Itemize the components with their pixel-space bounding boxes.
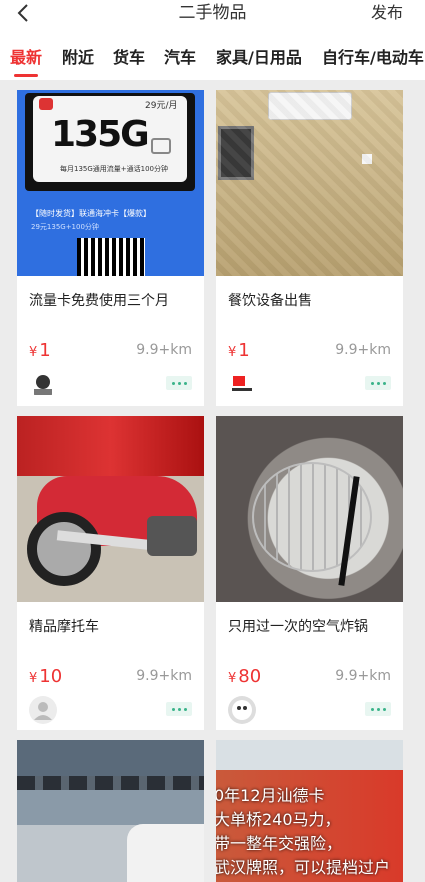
publish-button[interactable]: 发布 (371, 0, 403, 26)
listing-title: 只用过一次的空气炸锅 (228, 619, 368, 635)
more-options-icon[interactable] (166, 376, 192, 390)
listing-image: 0年12月汕德卡 大单桥240马力， 带一整年交强险， 武汉牌照，可以提档过户 (216, 740, 403, 882)
listing-image: 29元/月 135G 每月135G通用流量+通话100分钟 【随时发货】联通海冲… (17, 90, 204, 276)
qr-code (77, 238, 145, 276)
listing-image (216, 416, 403, 602)
tab-bikes[interactable]: 自行车/电动车 (322, 44, 424, 68)
more-options-icon[interactable] (166, 702, 192, 716)
listing-distance: 9.9+km (136, 342, 192, 358)
tab-nearby[interactable]: 附近 (62, 44, 94, 68)
listing-distance: 9.9+km (335, 668, 391, 684)
listing-card[interactable]: 0年12月汕德卡 大单桥240马力， 带一整年交强险， 武汉牌照，可以提档过户 (216, 740, 403, 882)
active-tab-indicator (14, 74, 38, 77)
truck-ad-text: 0年12月汕德卡 大单桥240马力， 带一整年交强险， 武汉牌照，可以提档过户 (216, 786, 391, 877)
page-title: 二手物品 (178, 3, 247, 23)
listing-price: ¥1 (228, 340, 250, 361)
listing-card[interactable] (17, 740, 204, 882)
tab-trucks[interactable]: 货车 (113, 44, 145, 68)
listing-card[interactable]: 精品摩托车 ¥10 9.9+km (17, 416, 204, 730)
category-tabs: 最新 附近 货车 汽车 家具/日用品 自行车/电动车 (0, 30, 425, 80)
listing-price: ¥80 (228, 666, 262, 687)
app-header: 二手物品 发布 (0, 0, 425, 30)
seller-avatar[interactable] (228, 696, 256, 724)
seller-avatar[interactable] (228, 370, 256, 398)
listing-image (216, 90, 403, 276)
seller-avatar[interactable] (29, 696, 57, 724)
listing-card[interactable]: 29元/月 135G 每月135G通用流量+通话100分钟 【随时发货】联通海冲… (17, 90, 204, 406)
listing-card[interactable]: 餐饮设备出售 ¥1 9.9+km (216, 90, 403, 406)
seller-avatar[interactable] (29, 370, 57, 398)
listing-image (17, 416, 204, 602)
listing-distance: 9.9+km (335, 342, 391, 358)
listing-title: 餐饮设备出售 (228, 293, 312, 309)
listing-price: ¥10 (29, 666, 63, 687)
tab-cars[interactable]: 汽车 (164, 44, 196, 68)
listing-image (17, 740, 204, 882)
more-options-icon[interactable] (365, 702, 391, 716)
tab-latest[interactable]: 最新 (10, 44, 42, 68)
listing-title: 精品摩托车 (29, 619, 99, 635)
listing-title: 流量卡免费使用三个月 (29, 293, 169, 309)
tab-furniture[interactable]: 家具/日用品 (216, 44, 302, 68)
more-options-icon[interactable] (365, 376, 391, 390)
listing-distance: 9.9+km (136, 668, 192, 684)
listing-price: ¥1 (29, 340, 51, 361)
listing-card[interactable]: 只用过一次的空气炸锅 ¥80 9.9+km (216, 416, 403, 730)
